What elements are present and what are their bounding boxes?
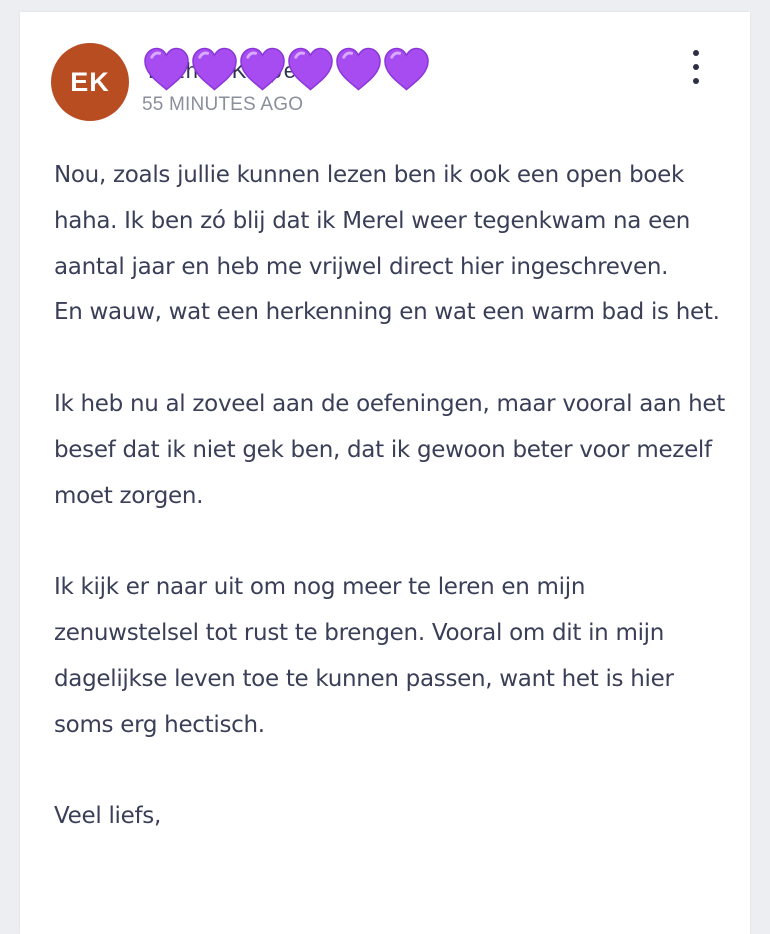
vertical-ellipsis-icon <box>693 78 699 84</box>
post-card: EK Esther Kuipers 55 MINUTES AGO Nou, zo… <box>20 12 750 934</box>
purple-heart-icon <box>336 47 381 91</box>
purple-hearts-overlay <box>142 44 430 96</box>
purple-heart-icon <box>288 47 333 91</box>
post-timestamp: 55 MINUTES AGO <box>142 94 304 115</box>
post-paragraph: Veel liefs, <box>54 803 161 830</box>
vertical-ellipsis-icon <box>693 50 699 56</box>
vertical-ellipsis-icon <box>693 64 699 70</box>
post-body: Nou, zoals jullie kunnen lezen ben ik oo… <box>54 153 734 840</box>
purple-heart-icon <box>192 47 237 91</box>
avatar[interactable]: EK <box>51 43 129 121</box>
post-paragraph: Nou, zoals jullie kunnen lezen ben ik oo… <box>54 162 720 326</box>
author-header[interactable]: Esther Kuipers <box>142 44 442 100</box>
post-paragraph: Ik heb nu al zoveel aan de oefeningen, m… <box>54 390 725 509</box>
purple-heart-icon <box>240 47 285 91</box>
more-options-button[interactable] <box>684 50 708 84</box>
purple-heart-icon <box>384 47 429 91</box>
purple-heart-icon <box>144 47 189 91</box>
post-paragraph: Ik kijk er naar uit om nog meer te leren… <box>54 574 674 738</box>
